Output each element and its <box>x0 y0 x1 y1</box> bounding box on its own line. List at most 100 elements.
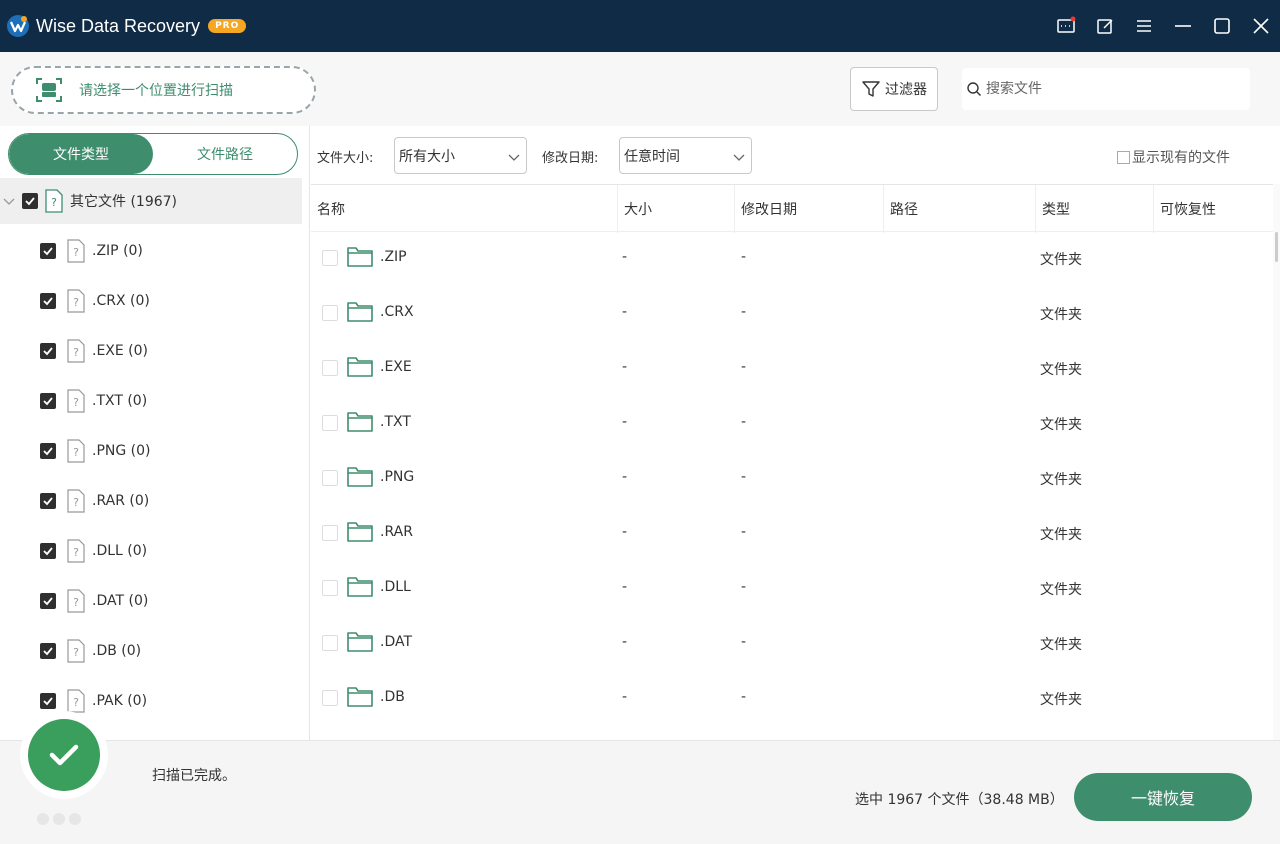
tree-item-checkbox[interactable] <box>40 693 56 709</box>
tree-item-rar[interactable]: ? .RAR (0) <box>0 476 302 526</box>
tree-item-checkbox[interactable] <box>40 593 56 609</box>
tree-item-checkbox[interactable] <box>40 543 56 559</box>
table-row[interactable]: .ZIP - - 文件夹 <box>311 231 1273 286</box>
column-header-size[interactable]: 大小 <box>618 185 735 233</box>
row-date: - <box>741 414 747 430</box>
show-existing-box[interactable] <box>1117 150 1130 164</box>
table-scrollbar[interactable] <box>1273 184 1280 740</box>
scan-location-button[interactable]: 请选择一个位置进行扫描 <box>11 66 316 114</box>
folder-icon <box>347 687 373 707</box>
row-name: .RAR <box>380 524 413 540</box>
tree-item-checkbox[interactable] <box>40 643 56 659</box>
row-size: - <box>622 524 628 540</box>
unknown-file-icon: ? <box>67 489 85 513</box>
date-filter-select[interactable]: 任意时间 <box>619 137 752 174</box>
filter-button[interactable]: 过滤器 <box>850 67 938 111</box>
row-checkbox[interactable] <box>322 690 338 706</box>
table-row[interactable]: .DB - - 文件夹 <box>311 671 1273 726</box>
unknown-file-icon: ? <box>67 339 85 363</box>
table-row[interactable]: .PNG - - 文件夹 <box>311 451 1273 506</box>
drive-scan-icon <box>36 78 62 102</box>
dot <box>69 813 81 825</box>
table-row[interactable]: .DLL - - 文件夹 <box>311 561 1273 616</box>
search-icon <box>967 82 981 96</box>
tree-item-label: .DB (0) <box>92 643 142 659</box>
row-size: - <box>622 414 628 430</box>
row-checkbox[interactable] <box>322 525 338 541</box>
row-checkbox[interactable] <box>322 360 338 376</box>
tree-item-checkbox[interactable] <box>40 293 56 309</box>
tree-root-label: 其它文件 (1967) <box>70 194 178 210</box>
row-name: .DB <box>380 689 405 705</box>
tab-file-path[interactable]: 文件路径 <box>153 134 297 174</box>
tree-item-checkbox[interactable] <box>40 443 56 459</box>
column-header-recoverability[interactable]: 可恢复性 <box>1154 185 1273 233</box>
menu-button[interactable] <box>1124 4 1163 48</box>
column-header-date[interactable]: 修改日期 <box>735 185 884 233</box>
tree-item-dat[interactable]: ? .DAT (0) <box>0 576 302 626</box>
tree-item-label: .TXT (0) <box>92 393 148 409</box>
column-header-path[interactable]: 路径 <box>884 185 1036 233</box>
chevron-down-icon <box>733 154 745 161</box>
table-row[interactable]: .DAT - - 文件夹 <box>311 616 1273 671</box>
feedback-icon <box>1056 16 1075 33</box>
row-size: - <box>622 359 628 375</box>
date-filter-value: 任意时间 <box>624 148 680 165</box>
column-header-type[interactable]: 类型 <box>1036 185 1154 233</box>
tree-item-checkbox[interactable] <box>40 243 56 259</box>
row-checkbox[interactable] <box>322 250 338 266</box>
table-row[interactable]: .EXE - - 文件夹 <box>311 341 1273 396</box>
tree-item-label: .PAK (0) <box>92 693 148 709</box>
folder-icon <box>347 247 373 267</box>
unknown-file-icon: ? <box>67 539 85 563</box>
show-existing-checkbox[interactable]: 显示现有的文件 <box>1117 147 1230 167</box>
one-click-recover-button[interactable]: 一键恢复 <box>1074 773 1252 821</box>
tab-file-type[interactable]: 文件类型 <box>9 134 153 174</box>
row-date: - <box>741 469 747 485</box>
scrollbar-thumb[interactable] <box>1275 232 1278 262</box>
svg-text:?: ? <box>73 496 79 509</box>
row-name: .TXT <box>380 414 411 430</box>
size-filter-select[interactable]: 所有大小 <box>394 137 527 174</box>
table-row[interactable]: .CRX - - 文件夹 <box>311 286 1273 341</box>
feedback-button[interactable] <box>1046 4 1085 48</box>
tree-item-checkbox[interactable] <box>40 343 56 359</box>
row-checkbox[interactable] <box>322 470 338 486</box>
show-existing-label: 显示现有的文件 <box>1132 150 1230 166</box>
search-input[interactable] <box>986 81 1236 97</box>
row-checkbox[interactable] <box>322 580 338 596</box>
tree-item-checkbox[interactable] <box>40 393 56 409</box>
edit-button[interactable] <box>1085 4 1124 48</box>
status-bar: 扫描已完成。 选中 1967 个文件（38.48 MB） 一键恢复 <box>0 711 1280 844</box>
unknown-file-icon: ? <box>67 289 85 313</box>
tree-root-other-files[interactable]: ? 其它文件 (1967) <box>0 178 302 224</box>
row-checkbox[interactable] <box>322 305 338 321</box>
decorative-dots <box>37 813 81 825</box>
close-button[interactable] <box>1241 4 1280 48</box>
maximize-icon <box>1213 18 1230 34</box>
tree-item-label: .DLL (0) <box>92 543 148 559</box>
check-icon <box>43 547 53 556</box>
row-type: 文件夹 <box>1040 692 1082 708</box>
tree-item-txt[interactable]: ? .TXT (0) <box>0 376 302 426</box>
row-size: - <box>622 689 628 705</box>
tree-root-checkbox[interactable] <box>22 193 38 209</box>
row-checkbox[interactable] <box>322 635 338 651</box>
tree-item-png[interactable]: ? .PNG (0) <box>0 426 302 476</box>
maximize-button[interactable] <box>1202 4 1241 48</box>
table-row[interactable]: .TXT - - 文件夹 <box>311 396 1273 451</box>
tree-item-zip[interactable]: ? .ZIP (0) <box>0 226 302 276</box>
row-checkbox[interactable] <box>322 415 338 431</box>
minimize-button[interactable] <box>1163 4 1202 48</box>
row-type: 文件夹 <box>1040 527 1082 543</box>
tree-item-db[interactable]: ? .DB (0) <box>0 626 302 676</box>
tree-item-dll[interactable]: ? .DLL (0) <box>0 526 302 576</box>
column-header-name[interactable]: 名称 <box>311 185 618 233</box>
tree-item-checkbox[interactable] <box>40 493 56 509</box>
chevron-down-icon[interactable] <box>2 194 16 208</box>
tree-item-exe[interactable]: ? .EXE (0) <box>0 326 302 376</box>
date-filter-label: 修改日期: <box>542 151 599 166</box>
tree-item-label: .CRX (0) <box>92 293 150 309</box>
table-row[interactable]: .RAR - - 文件夹 <box>311 506 1273 561</box>
tree-item-crx[interactable]: ? .CRX (0) <box>0 276 302 326</box>
